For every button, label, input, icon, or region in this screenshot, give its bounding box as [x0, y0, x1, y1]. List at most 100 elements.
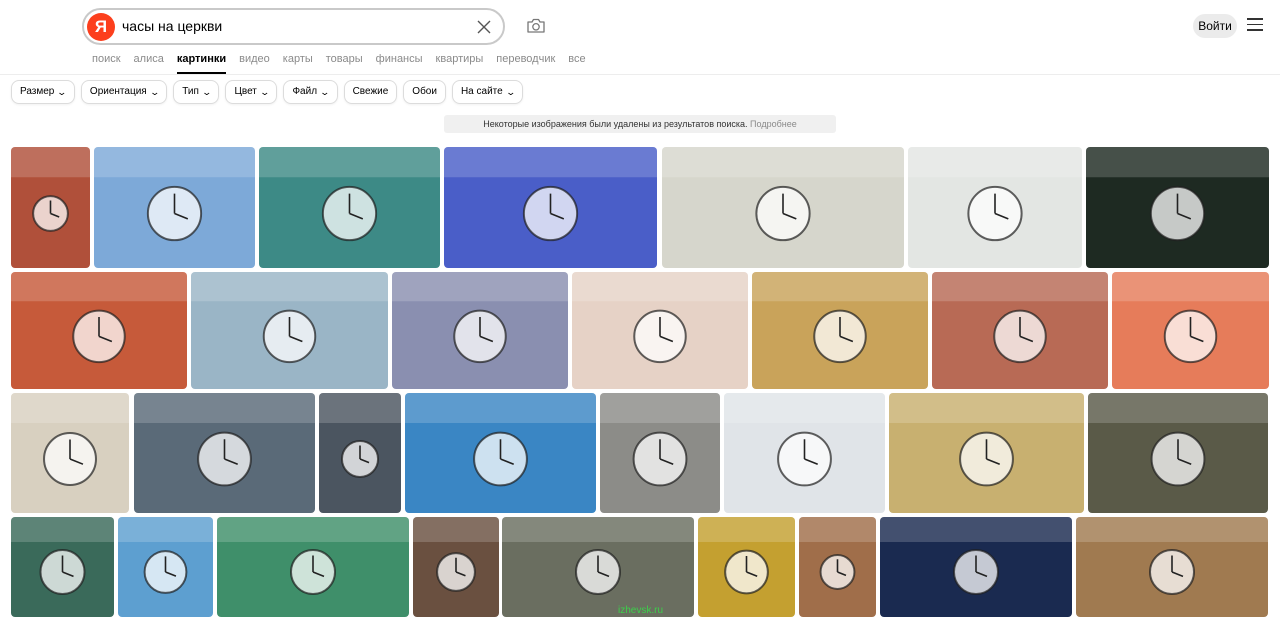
- image-result[interactable]: [880, 517, 1072, 617]
- clock-image-icon: [932, 272, 1108, 364]
- clock-image-icon: [1088, 393, 1268, 487]
- chevron-down-icon: ⌄: [259, 87, 270, 97]
- filter-chip-3[interactable]: Цвет ⌄: [225, 80, 278, 104]
- clock-image-icon: [908, 147, 1082, 242]
- image-result[interactable]: [11, 393, 129, 513]
- image-result[interactable]: [662, 147, 904, 268]
- clock-image-icon: [572, 272, 748, 364]
- nav-item-5[interactable]: товары: [326, 53, 363, 65]
- image-watermark: izhevsk.ru: [618, 605, 663, 616]
- image-result[interactable]: [11, 517, 114, 617]
- filter-chip-4[interactable]: Файл ⌄: [283, 80, 338, 104]
- image-result[interactable]: [217, 517, 409, 617]
- nav-item-2[interactable]: картинки: [176, 53, 227, 74]
- filter-chip-6[interactable]: Обои: [403, 80, 446, 104]
- image-result[interactable]: [392, 272, 568, 389]
- filter-label: Размер: [20, 86, 55, 97]
- nav-item-1[interactable]: алиса: [134, 53, 164, 65]
- image-result[interactable]: [134, 393, 315, 513]
- image-result[interactable]: [191, 272, 388, 389]
- image-result[interactable]: [1076, 517, 1268, 617]
- image-result[interactable]: [698, 517, 795, 617]
- chevron-down-icon: ⌄: [149, 87, 160, 97]
- image-result[interactable]: [724, 393, 885, 513]
- nav-item-7[interactable]: квартиры: [436, 53, 484, 65]
- filter-chip-2[interactable]: Тип ⌄: [173, 80, 220, 104]
- image-result[interactable]: [932, 272, 1108, 389]
- nav-item-6[interactable]: финансы: [376, 53, 423, 65]
- image-result[interactable]: [1086, 147, 1269, 268]
- clock-image-icon: [118, 517, 213, 594]
- login-button[interactable]: Войти: [1193, 14, 1237, 38]
- nav-item-4[interactable]: карты: [283, 53, 313, 65]
- clear-icon[interactable]: [474, 17, 494, 37]
- image-result[interactable]: [319, 393, 401, 513]
- image-result[interactable]: [259, 147, 440, 268]
- nav-item-0[interactable]: поиск: [92, 53, 121, 65]
- chevron-down-icon: ⌄: [56, 87, 68, 97]
- clock-image-icon: [444, 147, 657, 242]
- clock-image-icon: [94, 147, 255, 242]
- image-result[interactable]: [889, 393, 1084, 513]
- image-result[interactable]: [1088, 393, 1268, 513]
- filter-label: На сайте: [460, 86, 503, 97]
- image-result[interactable]: [752, 272, 928, 389]
- image-result[interactable]: [1112, 272, 1269, 389]
- clock-image-icon: [134, 393, 315, 487]
- clock-image-icon: [698, 517, 795, 595]
- image-result[interactable]: [908, 147, 1082, 268]
- filter-chip-1[interactable]: Ориентация ⌄: [80, 80, 168, 104]
- image-result[interactable]: [600, 393, 720, 513]
- filter-chip-5[interactable]: Свежие: [343, 80, 398, 104]
- clock-image-icon: [889, 393, 1084, 487]
- image-result[interactable]: [799, 517, 876, 617]
- clock-image-icon: [662, 147, 904, 242]
- clock-image-icon: [11, 517, 114, 595]
- image-result[interactable]: [444, 147, 657, 268]
- image-result[interactable]: [572, 272, 748, 389]
- filter-label: Свежие: [352, 86, 389, 97]
- image-result[interactable]: [11, 147, 90, 268]
- image-result[interactable]: [413, 517, 499, 617]
- filter-label: Тип: [182, 86, 199, 97]
- service-nav: поиск алиса картинки видео карты товары финанс…: [92, 53, 599, 74]
- clock-image-icon: [319, 393, 401, 479]
- chevron-down-icon: ⌄: [319, 87, 331, 97]
- clock-image-icon: [11, 393, 129, 486]
- filter-label: Ориентация: [89, 86, 147, 97]
- search-box[interactable]: Я: [82, 8, 505, 45]
- clock-image-icon: [392, 272, 568, 364]
- nav-item-3[interactable]: видео: [239, 53, 270, 65]
- clock-image-icon: [880, 517, 1072, 595]
- clock-image-icon: izhevsk.ru: [502, 517, 694, 616]
- removed-results-notice: Некоторые изображения были удалены из ре…: [444, 115, 836, 133]
- menu-icon[interactable]: [1247, 18, 1263, 32]
- clock-image-icon: [1112, 272, 1269, 364]
- clock-image-icon: [799, 517, 876, 590]
- yandex-logo[interactable]: Я: [87, 13, 115, 41]
- clock-image-icon: [11, 272, 187, 364]
- filter-label: Цвет: [234, 86, 257, 97]
- chevron-down-icon: ⌄: [201, 87, 212, 97]
- filter-chip-0[interactable]: Размер ⌄: [11, 80, 75, 104]
- image-result[interactable]: [118, 517, 213, 617]
- image-result[interactable]: [405, 393, 596, 513]
- nav-item-9[interactable]: все: [568, 53, 585, 65]
- header: Я Войти поиск алиса картинки видео карты това…: [0, 0, 1280, 75]
- clock-image-icon: [1086, 147, 1269, 242]
- search-input[interactable]: [122, 18, 452, 34]
- notice-text: Некоторые изображения были удалены из ре…: [483, 119, 748, 129]
- nav-item-8[interactable]: переводчик: [496, 53, 555, 65]
- clock-image-icon: [217, 517, 409, 595]
- image-result[interactable]: [11, 272, 187, 389]
- image-result[interactable]: izhevsk.ru: [502, 517, 694, 617]
- notice-more-link[interactable]: Подробнее: [750, 119, 797, 129]
- filter-chip-7[interactable]: На сайте ⌄: [451, 80, 524, 104]
- clock-image-icon: [724, 393, 885, 487]
- camera-search-icon[interactable]: [526, 16, 546, 36]
- image-result[interactable]: [94, 147, 255, 268]
- filter-label: Файл: [292, 86, 318, 97]
- filter-bar: Размер ⌄ Ориентация ⌄ Тип ⌄ Цвет ⌄ Файл ⌄ Свежие Об…: [11, 80, 524, 104]
- clock-image-icon: [600, 393, 720, 487]
- clock-image-icon: [11, 147, 90, 232]
